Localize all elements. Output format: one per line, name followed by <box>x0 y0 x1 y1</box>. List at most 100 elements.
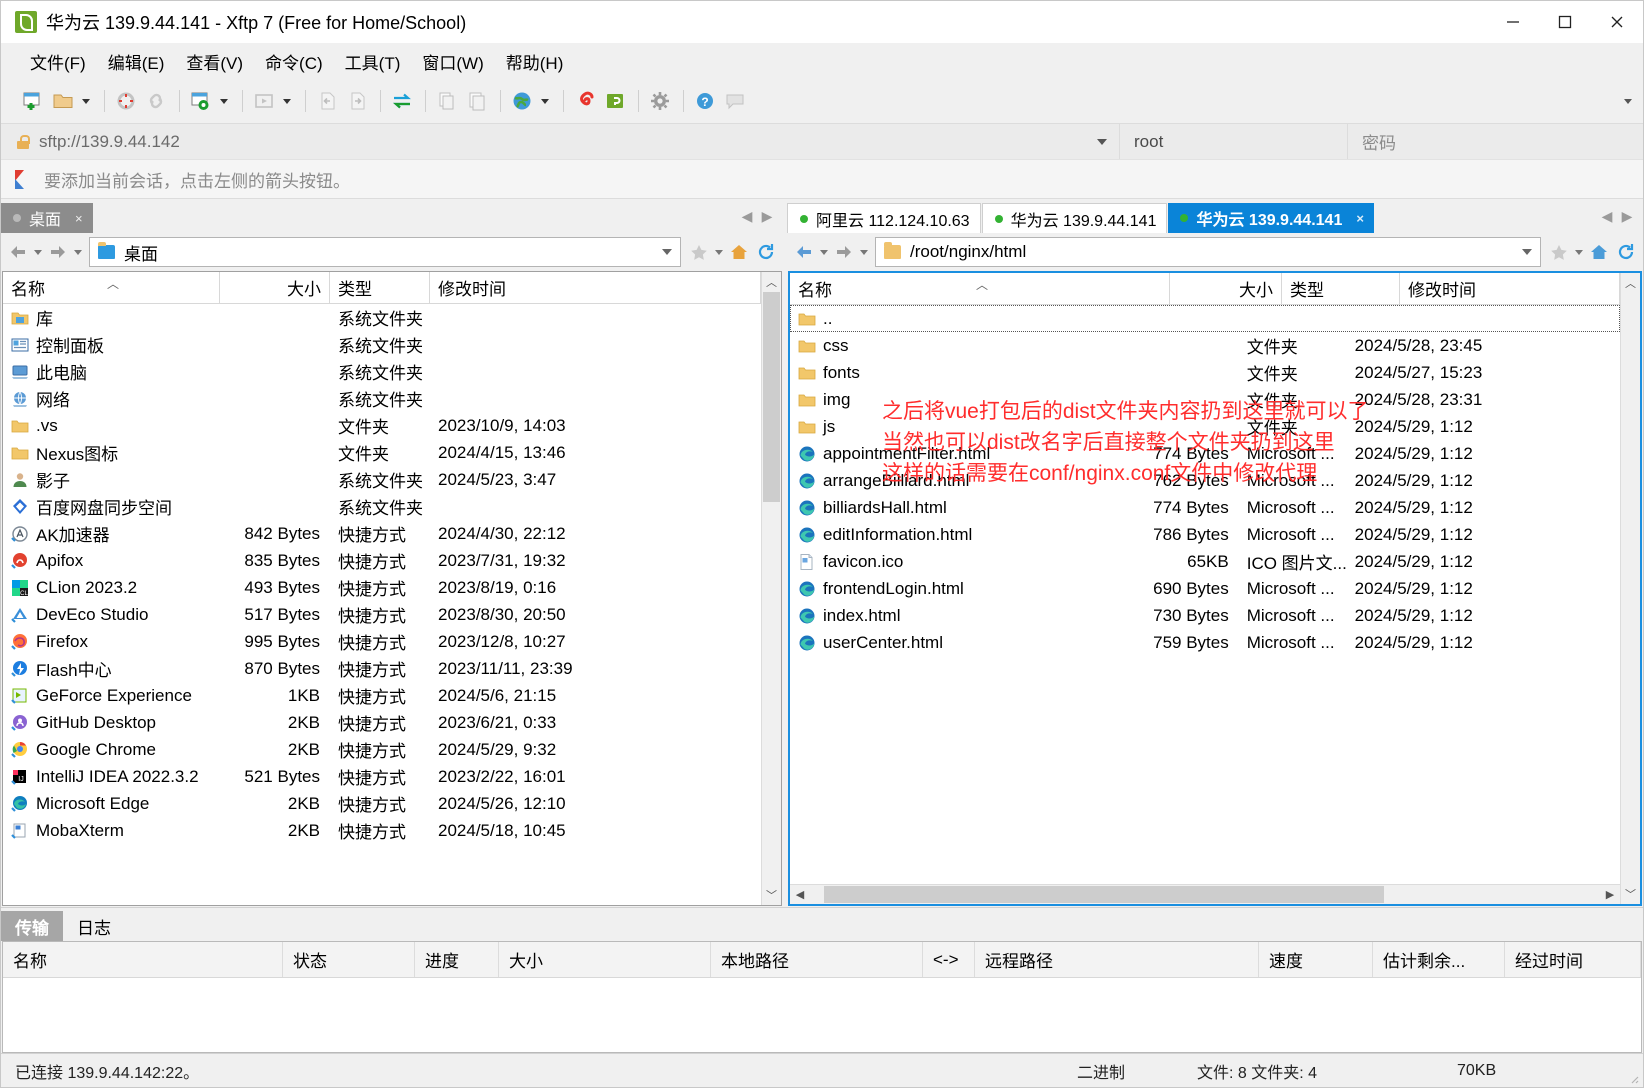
tab-aliyun[interactable]: 阿里云 112.124.10.63 <box>787 203 981 233</box>
column-header-name[interactable]: 名称 ︿ <box>3 272 220 303</box>
transfer-right-icon[interactable] <box>343 87 371 115</box>
home-button[interactable] <box>1586 239 1612 265</box>
run-dropdown-icon[interactable] <box>280 87 294 115</box>
scroll-down-icon[interactable]: ﹀ <box>1621 884 1640 904</box>
column-header-type[interactable]: 类型 <box>1282 273 1400 304</box>
menu-file[interactable]: 文件(F) <box>19 45 97 78</box>
xcol-name[interactable]: 名称 <box>3 942 283 977</box>
table-row[interactable]: 库 系统文件夹 <box>3 304 761 331</box>
bookmark-button[interactable] <box>686 239 712 265</box>
refresh-button[interactable] <box>1613 239 1639 265</box>
minimize-button[interactable] <box>1487 1 1539 43</box>
maximize-button[interactable] <box>1539 1 1591 43</box>
local-vertical-scrollbar[interactable]: ︿ ﹀ <box>761 272 781 905</box>
tab-huawei-2[interactable]: 华为云 139.9.44.141 × <box>1168 203 1374 233</box>
table-row[interactable]: img 文件夹 2024/5/28, 23:31 <box>790 386 1620 413</box>
remote-vertical-scrollbar[interactable]: ︿ ﹀ <box>1620 273 1640 904</box>
menu-view[interactable]: 查看(V) <box>175 45 254 78</box>
globe-icon[interactable] <box>508 87 536 115</box>
home-button[interactable] <box>726 239 752 265</box>
tab-scroll-right-icon[interactable]: ▶ <box>757 203 777 229</box>
column-header-size[interactable]: 大小 <box>220 272 330 303</box>
session-settings-icon[interactable] <box>187 87 215 115</box>
menu-tools[interactable]: 工具(T) <box>334 45 412 78</box>
table-row[interactable]: fonts 文件夹 2024/5/27, 15:23 <box>790 359 1620 386</box>
scroll-up-icon[interactable]: ︿ <box>1621 273 1640 293</box>
transfer-left-icon[interactable] <box>313 87 341 115</box>
column-header-name[interactable]: 名称 ︿ <box>790 273 1170 304</box>
table-row[interactable]: Nexus图标 文件夹 2024/4/15, 13:46 <box>3 439 761 466</box>
table-row[interactable]: AK加速器 842 Bytes 快捷方式 2024/4/30, 22:12 <box>3 520 761 547</box>
bookmark-button[interactable] <box>1546 239 1572 265</box>
table-row[interactable]: GeForce Experience 1KB 快捷方式 2024/5/6, 21:15 <box>3 682 761 709</box>
table-row[interactable]: .vs 文件夹 2023/10/9, 14:03 <box>3 412 761 439</box>
table-row[interactable]: CL CLion 2023.2 493 Bytes 快捷方式 2023/8/19, 0:… <box>3 574 761 601</box>
table-row[interactable]: Firefox 995 Bytes 快捷方式 2023/12/8, 10:27 <box>3 628 761 655</box>
forward-history-dropdown-icon[interactable] <box>858 239 870 265</box>
xshell-icon[interactable] <box>571 87 599 115</box>
back-button[interactable] <box>5 239 31 265</box>
table-row[interactable]: userCenter.html 759 Bytes Microsoft ... 202… <box>790 629 1620 656</box>
reconnect-icon[interactable] <box>142 87 170 115</box>
scroll-left-icon[interactable]: ◀ <box>790 885 810 904</box>
session-settings-dropdown-icon[interactable] <box>217 87 231 115</box>
table-row[interactable]: Google Chrome 2KB 快捷方式 2024/5/29, 9:32 <box>3 736 761 763</box>
table-row[interactable]: index.html 730 Bytes Microsoft ... 2024/5/2… <box>790 602 1620 629</box>
back-history-dropdown-icon[interactable] <box>818 239 830 265</box>
tab-close-icon[interactable]: × <box>1356 211 1364 226</box>
username-field[interactable]: root <box>1119 124 1347 159</box>
remote-horizontal-scrollbar[interactable]: ◀ ▶ <box>790 884 1620 904</box>
paste-icon[interactable] <box>463 87 491 115</box>
xcol-size[interactable]: 大小 <box>499 942 711 977</box>
column-header-time[interactable]: 修改时间 <box>1400 273 1620 304</box>
table-row[interactable]: 百度网盘同步空间 系统文件夹 <box>3 493 761 520</box>
table-row[interactable]: 影子 系统文件夹 2024/5/23, 3:47 <box>3 466 761 493</box>
xcol-progress[interactable]: 进度 <box>415 942 499 977</box>
tab-scroll-left-icon[interactable]: ◀ <box>737 203 757 229</box>
remote-hscroll-thumb[interactable] <box>824 886 1384 903</box>
xcol-local-path[interactable]: 本地路径 <box>711 942 923 977</box>
table-row[interactable]: MobaXterm 2KB 快捷方式 2024/5/18, 10:45 <box>3 817 761 844</box>
tab-desktop[interactable]: 桌面 × <box>1 203 93 233</box>
back-history-dropdown-icon[interactable] <box>32 239 44 265</box>
local-path-input[interactable]: 桌面 <box>89 237 681 267</box>
table-row[interactable]: billiardsHall.html 774 Bytes Microsoft ...… <box>790 494 1620 521</box>
disconnect-icon[interactable] <box>112 87 140 115</box>
password-field[interactable]: 密码 <box>1347 124 1643 159</box>
scroll-down-icon[interactable]: ﹀ <box>762 885 781 905</box>
table-row[interactable]: js 文件夹 2024/5/29, 1:12 <box>790 413 1620 440</box>
run-icon[interactable] <box>250 87 278 115</box>
local-path-dropdown-icon[interactable] <box>662 249 672 255</box>
local-scroll-thumb[interactable] <box>763 292 780 502</box>
column-header-type[interactable]: 类型 <box>330 272 430 303</box>
table-row[interactable]: 此电脑 系统文件夹 <box>3 358 761 385</box>
copy-icon[interactable] <box>433 87 461 115</box>
open-folder-icon[interactable] <box>49 87 77 115</box>
table-row[interactable]: arrangeBilliard.html 762 Bytes Microsoft .… <box>790 467 1620 494</box>
tab-scroll-left-icon[interactable]: ◀ <box>1597 203 1617 229</box>
xcol-remote-path[interactable]: 远程路径 <box>975 942 1259 977</box>
open-folder-dropdown-icon[interactable] <box>79 87 93 115</box>
xcol-speed[interactable]: 速度 <box>1259 942 1373 977</box>
resize-grip-icon[interactable] <box>1627 1072 1639 1084</box>
table-row[interactable]: Microsoft Edge 2KB 快捷方式 2024/5/26, 12:10 <box>3 790 761 817</box>
table-row[interactable]: Flash中心 870 Bytes 快捷方式 2023/11/11, 23:39 <box>3 655 761 682</box>
xftp-green-icon[interactable] <box>601 87 629 115</box>
column-header-size[interactable]: 大小 <box>1170 273 1282 304</box>
table-row[interactable]: frontendLogin.html 690 Bytes Microsoft ...… <box>790 575 1620 602</box>
table-row[interactable]: GitHub Desktop 2KB 快捷方式 2023/6/21, 0:33 <box>3 709 761 736</box>
refresh-button[interactable] <box>753 239 779 265</box>
table-row[interactable]: .. <box>790 305 1620 332</box>
feedback-icon[interactable] <box>721 87 749 115</box>
forward-history-dropdown-icon[interactable] <box>72 239 84 265</box>
scroll-up-icon[interactable]: ︿ <box>762 272 781 292</box>
local-scroll-track[interactable] <box>762 292 781 885</box>
bookmark-dropdown-icon[interactable] <box>1573 239 1585 265</box>
table-row[interactable]: DevEco Studio 517 Bytes 快捷方式 2023/8/30, 20:… <box>3 601 761 628</box>
remote-hscroll-track[interactable] <box>810 885 1600 904</box>
tab-close-icon[interactable]: × <box>75 211 83 226</box>
xcol-status[interactable]: 状态 <box>283 942 415 977</box>
table-row[interactable]: 控制面板 系统文件夹 <box>3 331 761 358</box>
menu-window[interactable]: 窗口(W) <box>411 45 494 78</box>
bookmark-dropdown-icon[interactable] <box>713 239 725 265</box>
